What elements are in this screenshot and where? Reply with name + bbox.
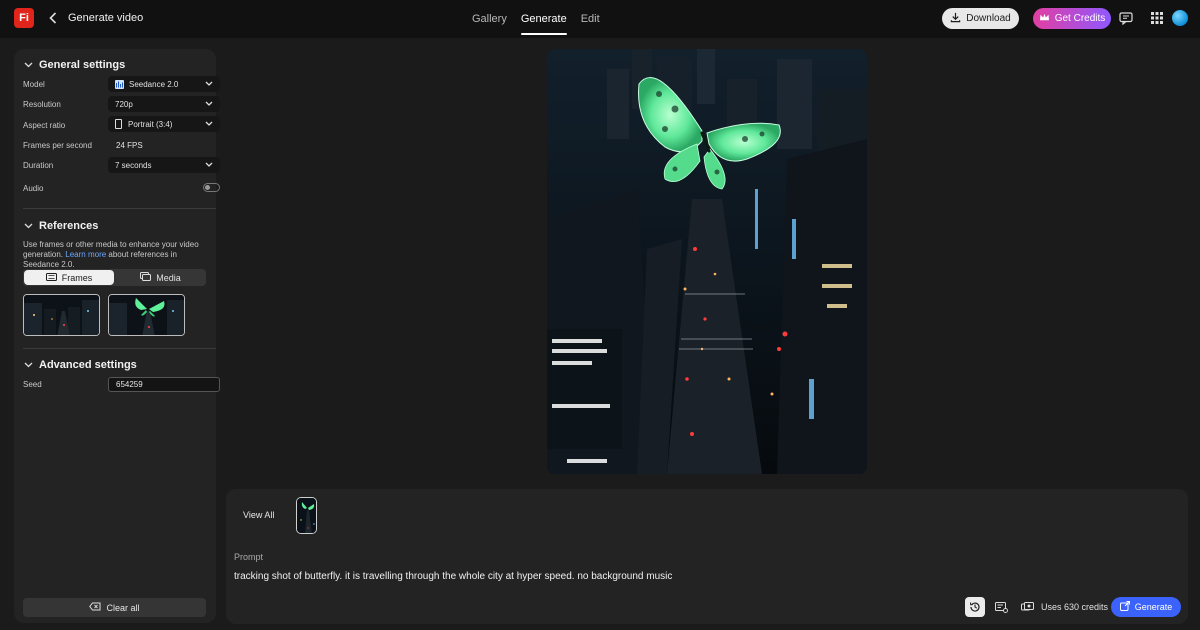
fps-value: 24 FPS: [116, 141, 143, 150]
get-credits-button[interactable]: Get Credits: [1033, 8, 1111, 29]
duration-label: Duration: [23, 161, 54, 170]
seed-input[interactable]: 654259: [108, 377, 220, 392]
general-settings-title: General settings: [39, 59, 126, 71]
duration-value: 7 seconds: [115, 160, 152, 170]
download-button[interactable]: Download: [942, 8, 1019, 29]
clear-all-button[interactable]: Clear all: [23, 598, 206, 617]
audio-toggle[interactable]: [203, 183, 220, 192]
resolution-value: 720p: [115, 99, 133, 109]
nav-tabs: Gallery Generate Edit: [465, 0, 607, 38]
download-label: Download: [966, 13, 1011, 24]
tab-media[interactable]: Media: [115, 269, 206, 286]
credits-icon: [1017, 597, 1037, 617]
avatar[interactable]: [1172, 10, 1188, 26]
advanced-settings-header[interactable]: Advanced settings: [24, 359, 137, 371]
settings-sidebar: General settings Model Seedance 2.0 Reso…: [14, 49, 220, 623]
media-icon: [140, 272, 152, 283]
generate-label: Generate: [1134, 602, 1173, 612]
reference-frame-end[interactable]: [108, 294, 185, 336]
learn-more-link[interactable]: Learn more: [65, 250, 106, 259]
crown-icon: [1039, 13, 1050, 25]
model-select[interactable]: Seedance 2.0: [108, 76, 220, 92]
download-icon: [950, 12, 961, 26]
resolution-select[interactable]: 720p: [108, 96, 220, 112]
resolution-label: Resolution: [23, 100, 61, 109]
chevron-down-icon: [24, 359, 33, 371]
aspect-ratio-label: Aspect ratio: [23, 121, 66, 130]
prompt-label: Prompt: [234, 552, 264, 562]
settings-icon[interactable]: [991, 597, 1011, 617]
chevron-down-icon: [205, 80, 213, 89]
media-label: Media: [156, 272, 181, 283]
frames-label: Frames: [61, 272, 93, 283]
fps-label: Frames per second: [23, 141, 92, 150]
chevron-down-icon: [24, 59, 33, 71]
aspect-ratio-value: Portrait (3:4): [128, 119, 173, 129]
history-icon[interactable]: [965, 597, 985, 617]
clear-icon: [89, 602, 101, 613]
apps-grid-icon[interactable]: [1148, 9, 1166, 27]
tab-gallery[interactable]: Gallery: [465, 0, 514, 38]
model-value: Seedance 2.0: [129, 79, 179, 89]
reference-frame-start[interactable]: [23, 294, 100, 336]
get-credits-label: Get Credits: [1054, 13, 1106, 24]
references-description: Use frames or other media to enhance you…: [23, 240, 208, 270]
generate-icon: [1119, 601, 1130, 613]
duration-select[interactable]: 7 seconds: [108, 157, 220, 173]
model-label: Model: [23, 80, 45, 89]
references-header[interactable]: References: [24, 220, 98, 232]
chevron-down-icon: [205, 120, 213, 129]
audio-label: Audio: [23, 184, 44, 193]
back-arrow-icon[interactable]: [46, 9, 60, 27]
video-preview[interactable]: [547, 49, 867, 474]
top-bar: Fi Generate video Gallery Generate Edit …: [0, 0, 1200, 38]
tab-edit[interactable]: Edit: [574, 0, 607, 38]
advanced-settings-title: Advanced settings: [39, 359, 137, 371]
references-type-toggle: Frames Media: [23, 269, 206, 286]
chat-icon[interactable]: [1117, 9, 1135, 27]
credits-cost-text: Uses 630 credits: [1041, 602, 1109, 612]
app-logo[interactable]: Fi: [14, 8, 34, 28]
frames-icon: [45, 272, 57, 283]
prompt-input[interactable]: tracking shot of butterfly. it is travel…: [234, 571, 672, 582]
clear-all-label: Clear all: [106, 602, 140, 613]
prompt-panel: View All Prompt tracking shot of butterf…: [226, 489, 1188, 624]
generate-button[interactable]: Generate: [1111, 597, 1181, 617]
general-settings-header[interactable]: General settings: [24, 59, 125, 71]
seed-label: Seed: [23, 380, 42, 389]
tab-generate[interactable]: Generate: [514, 0, 574, 38]
chevron-down-icon: [205, 161, 213, 170]
seedance-logo-icon: [115, 79, 124, 89]
history-thumbnail[interactable]: [296, 497, 317, 534]
divider: [23, 208, 216, 209]
portrait-icon: [115, 119, 122, 129]
divider: [23, 348, 216, 349]
references-title: References: [39, 220, 99, 232]
chevron-down-icon: [205, 100, 213, 109]
aspect-ratio-select[interactable]: Portrait (3:4): [108, 116, 220, 132]
tab-frames[interactable]: Frames: [24, 270, 114, 285]
page-title: Generate video: [68, 12, 144, 24]
chevron-down-icon: [24, 220, 33, 232]
view-all-button[interactable]: View All: [243, 510, 274, 520]
